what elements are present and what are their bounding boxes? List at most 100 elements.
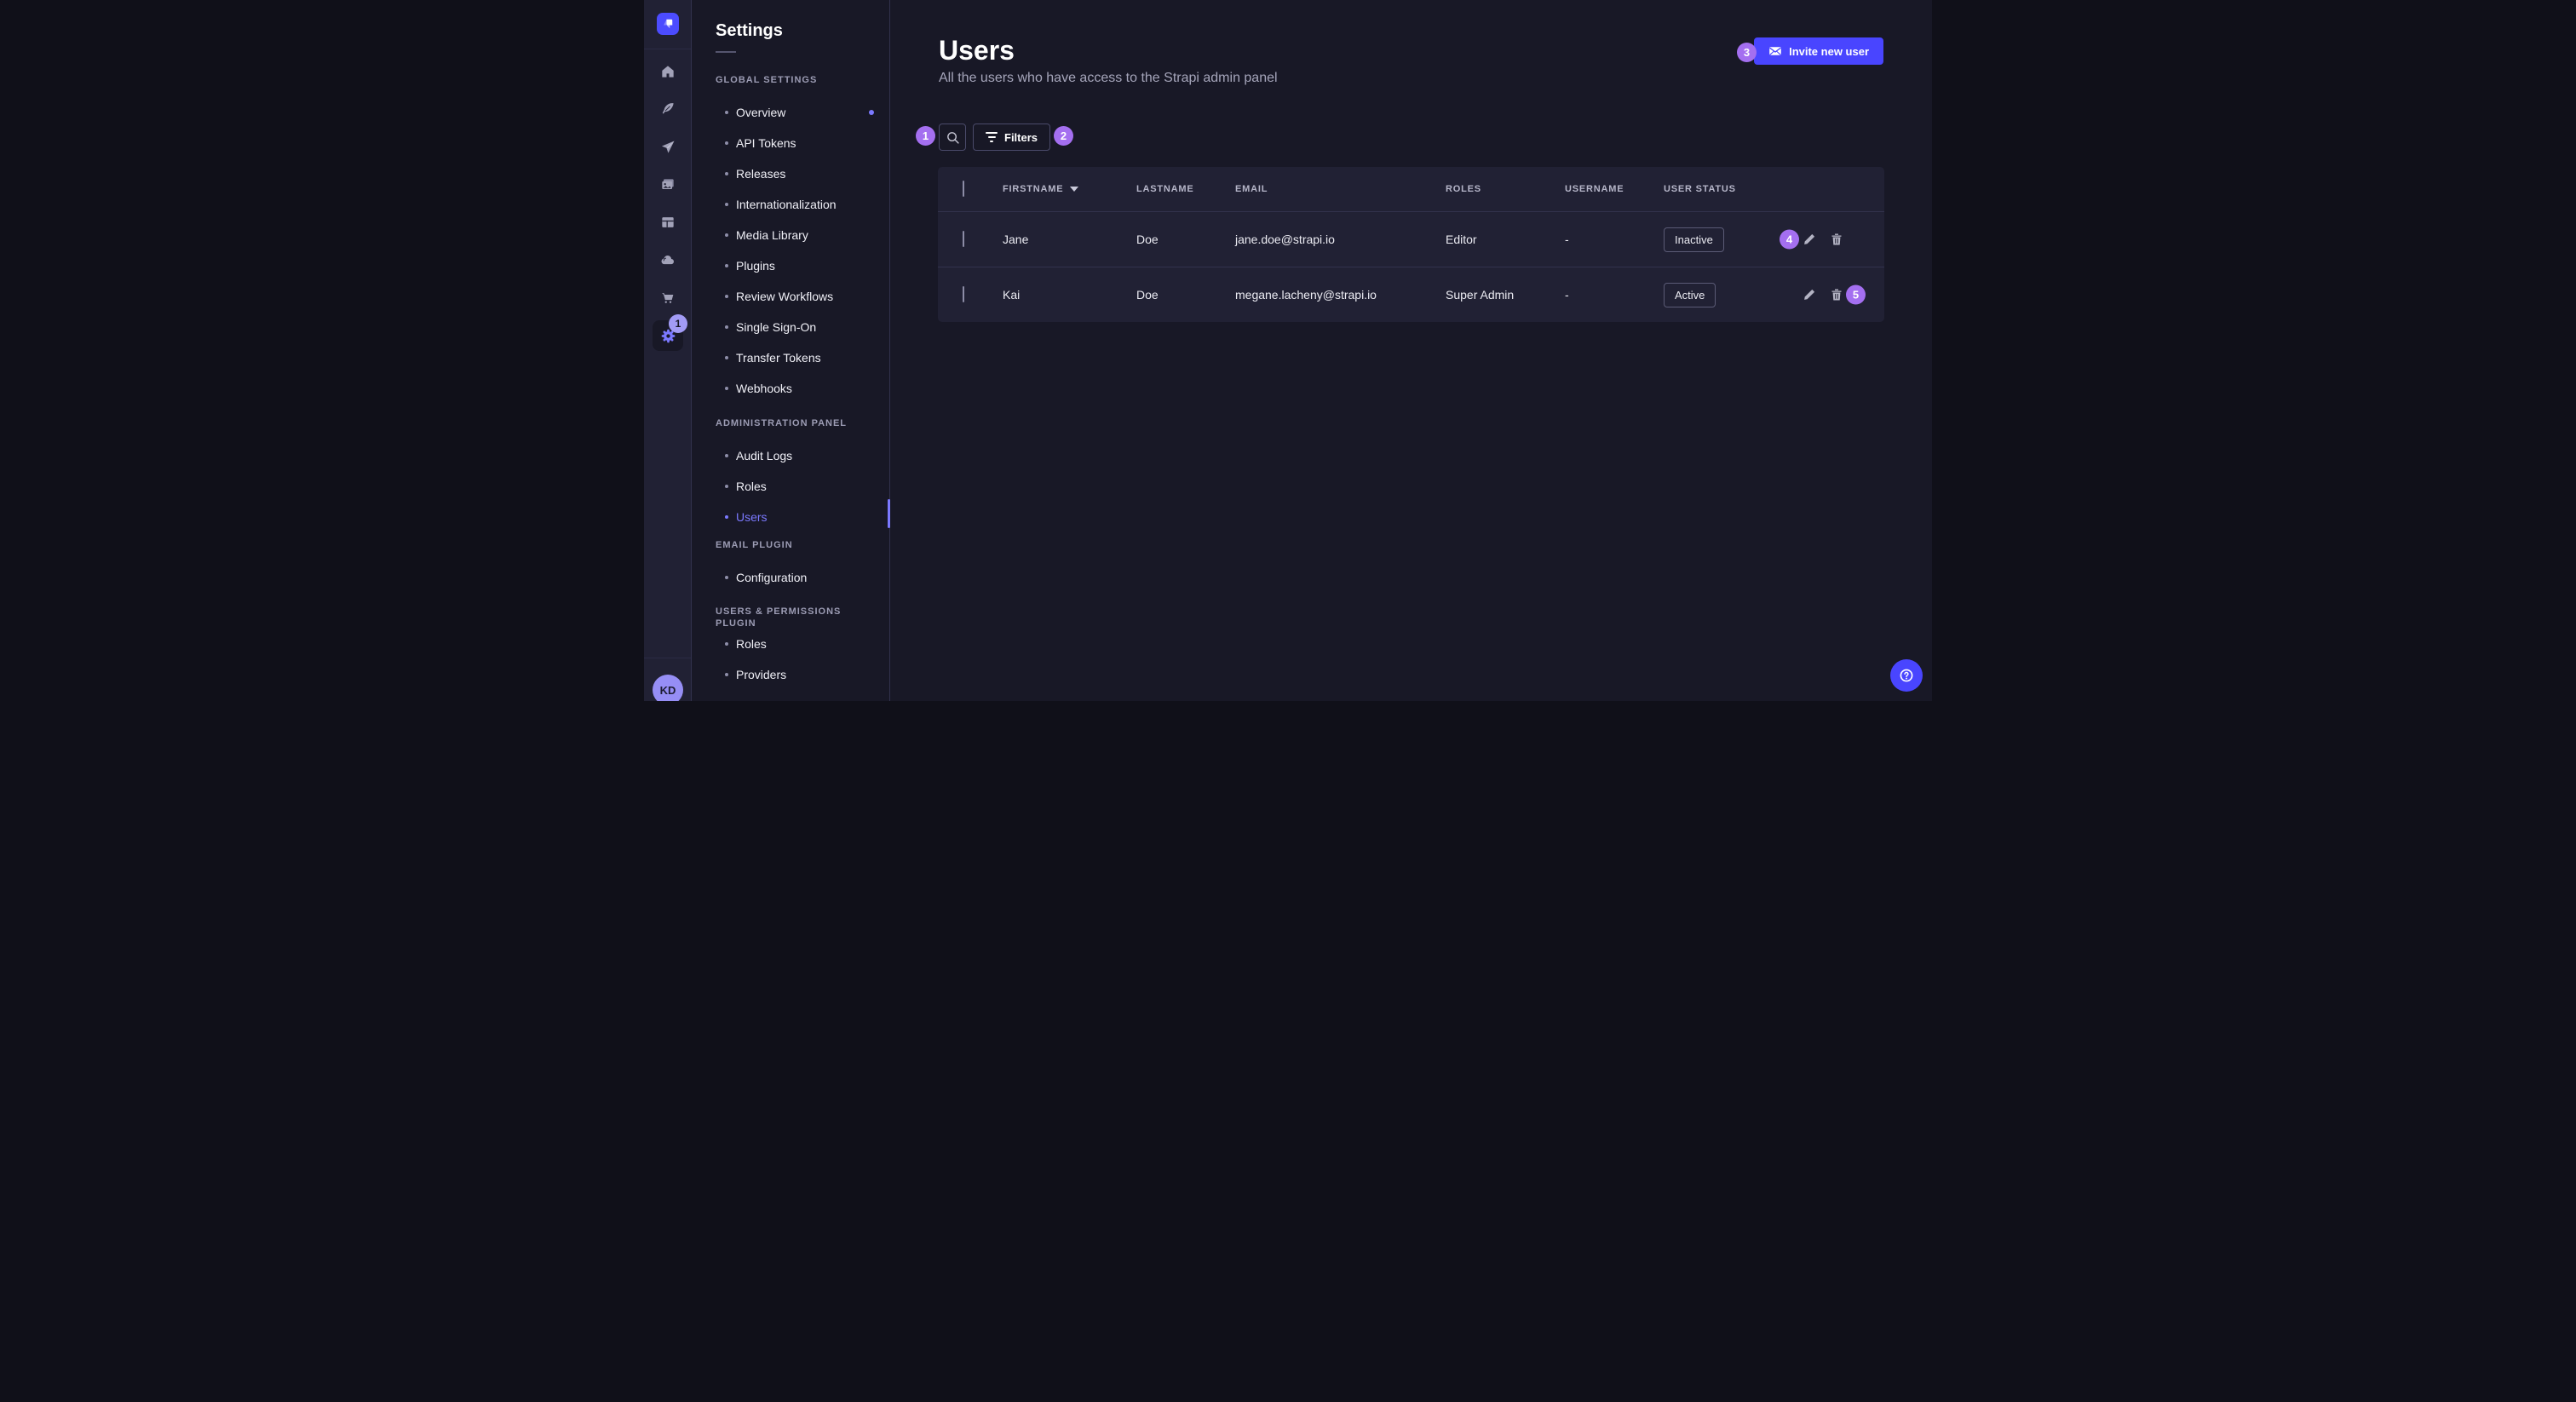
bullet-icon bbox=[725, 203, 728, 206]
column-lastname: LASTNAME bbox=[1136, 184, 1235, 194]
cell-firstname: Kai bbox=[1003, 288, 1136, 302]
sidebar-item-single-sign-on[interactable]: Single Sign-On bbox=[716, 312, 874, 342]
edit-icon[interactable] bbox=[1802, 232, 1817, 247]
administration-panel-list: Audit Logs Roles Users bbox=[716, 440, 874, 532]
email-plugin-list: Configuration bbox=[716, 562, 874, 593]
strapi-logo-glyph bbox=[660, 16, 676, 32]
cell-email: megane.lacheny@strapi.io bbox=[1235, 288, 1446, 302]
subnav-title: Settings bbox=[716, 20, 874, 41]
users-permissions-list: Roles Providers bbox=[716, 629, 874, 690]
envelope-icon bbox=[1768, 44, 1782, 58]
section-global-settings: GLOBAL SETTINGS bbox=[716, 74, 874, 86]
sidebar-item-releases[interactable]: Releases bbox=[716, 158, 874, 189]
annotation-badge-5: 5 bbox=[1846, 285, 1866, 305]
settings-subnav: Settings GLOBAL SETTINGS Overview API To… bbox=[692, 0, 890, 701]
sidebar-item-plugins[interactable]: Plugins bbox=[716, 250, 874, 281]
delete-icon[interactable] bbox=[1829, 287, 1844, 302]
page-subtitle: All the users who have access to the Str… bbox=[939, 71, 1278, 86]
edit-icon[interactable] bbox=[1802, 287, 1817, 302]
bullet-icon bbox=[725, 295, 728, 298]
sidebar-item-audit-logs[interactable]: Audit Logs bbox=[716, 440, 874, 471]
annotation-badge-1: 1 bbox=[916, 126, 935, 146]
search-button[interactable] bbox=[939, 124, 966, 151]
sidebar-item-users[interactable]: Users bbox=[716, 502, 874, 532]
sidebar-item-review-workflows[interactable]: Review Workflows bbox=[716, 281, 874, 312]
cell-email: jane.doe@strapi.io bbox=[1235, 233, 1446, 246]
icon-rail: 1 KD bbox=[644, 0, 692, 701]
column-user-status: USER STATUS bbox=[1664, 184, 1774, 194]
user-avatar[interactable]: KD bbox=[653, 675, 683, 701]
bullet-icon bbox=[725, 233, 728, 237]
annotation-badge-3: 3 bbox=[1737, 43, 1757, 62]
cell-username: - bbox=[1565, 288, 1664, 302]
global-settings-list: Overview API Tokens Releases Internation… bbox=[716, 97, 874, 404]
select-all-checkbox[interactable] bbox=[963, 181, 964, 197]
bullet-icon bbox=[725, 454, 728, 457]
cart-icon[interactable] bbox=[653, 283, 683, 313]
cell-lastname: Doe bbox=[1136, 233, 1235, 246]
section-email-plugin: EMAIL PLUGIN bbox=[716, 539, 874, 551]
column-username: USERNAME bbox=[1565, 184, 1664, 194]
users-table: FIRSTNAME LASTNAME EMAIL ROLES USERNAME … bbox=[938, 167, 1884, 322]
cell-roles: Editor bbox=[1446, 233, 1565, 246]
settings-notification-badge: 1 bbox=[669, 314, 687, 333]
media-library-icon[interactable] bbox=[653, 170, 683, 200]
bullet-icon bbox=[725, 673, 728, 676]
section-users-permissions-plugin: USERS & PERMISSIONS PLUGIN bbox=[716, 606, 874, 618]
annotation-badge-4: 4 bbox=[1780, 230, 1799, 250]
active-item-indicator bbox=[888, 499, 890, 528]
sidebar-item-media-library[interactable]: Media Library bbox=[716, 220, 874, 250]
table-row: Kai Doe megane.lacheny@strapi.io Super A… bbox=[938, 267, 1884, 322]
column-firstname: FIRSTNAME bbox=[1003, 184, 1136, 194]
annotation-badge-2: 2 bbox=[1054, 126, 1073, 146]
sidebar-item-webhooks[interactable]: Webhooks bbox=[716, 373, 874, 404]
cell-lastname: Doe bbox=[1136, 288, 1235, 302]
table-header-row: FIRSTNAME LASTNAME EMAIL ROLES USERNAME … bbox=[938, 167, 1884, 211]
main-content: Users All the users who have access to t… bbox=[891, 0, 1932, 701]
column-roles: ROLES bbox=[1446, 184, 1565, 194]
status-badge: Inactive bbox=[1664, 227, 1724, 252]
cell-firstname: Jane bbox=[1003, 233, 1136, 246]
bullet-icon bbox=[725, 387, 728, 390]
filter-icon bbox=[986, 132, 998, 142]
bullet-icon bbox=[725, 485, 728, 488]
bullet-icon bbox=[725, 576, 728, 579]
bullet-icon bbox=[725, 264, 728, 267]
page-title: Users bbox=[939, 34, 1015, 66]
table-row: Jane Doe jane.doe@strapi.io Editor - Ina… bbox=[938, 211, 1884, 267]
cloud-icon[interactable] bbox=[653, 245, 683, 276]
bullet-icon bbox=[725, 141, 728, 145]
row-checkbox[interactable] bbox=[963, 286, 964, 302]
row-checkbox[interactable] bbox=[963, 231, 964, 247]
sidebar-item-admin-roles[interactable]: Roles bbox=[716, 471, 874, 502]
bullet-icon bbox=[725, 325, 728, 329]
strapi-admin-app: 1 KD Settings GLOBAL SETTINGS Overview A… bbox=[644, 0, 1932, 701]
sidebar-item-internationalization[interactable]: Internationalization bbox=[716, 189, 874, 220]
cell-roles: Super Admin bbox=[1446, 288, 1565, 302]
search-icon bbox=[946, 130, 960, 145]
invite-new-user-button[interactable]: Invite new user bbox=[1754, 37, 1883, 65]
sidebar-item-up-roles[interactable]: Roles bbox=[716, 629, 874, 659]
sidebar-item-transfer-tokens[interactable]: Transfer Tokens bbox=[716, 342, 874, 373]
sidebar-item-api-tokens[interactable]: API Tokens bbox=[716, 128, 874, 158]
cell-username: - bbox=[1565, 233, 1664, 246]
help-button[interactable] bbox=[1890, 659, 1923, 692]
column-email: EMAIL bbox=[1235, 184, 1446, 194]
bullet-icon bbox=[725, 172, 728, 175]
section-administration-panel: ADMINISTRATION PANEL bbox=[716, 417, 874, 429]
bullet-icon bbox=[725, 111, 728, 114]
strapi-logo[interactable] bbox=[657, 13, 679, 35]
home-icon[interactable] bbox=[653, 56, 683, 87]
feather-icon[interactable] bbox=[653, 94, 683, 124]
sidebar-item-configuration[interactable]: Configuration bbox=[716, 562, 874, 593]
sidebar-item-providers[interactable]: Providers bbox=[716, 659, 874, 690]
status-badge: Active bbox=[1664, 283, 1716, 307]
layout-icon[interactable] bbox=[653, 207, 683, 238]
sort-desc-icon[interactable] bbox=[1070, 187, 1078, 192]
delete-icon[interactable] bbox=[1829, 232, 1844, 247]
sidebar-item-overview[interactable]: Overview bbox=[716, 97, 874, 128]
filters-button[interactable]: Filters bbox=[973, 124, 1050, 151]
paper-plane-icon[interactable] bbox=[653, 132, 683, 163]
question-icon bbox=[1897, 666, 1916, 685]
overview-notification-dot bbox=[869, 110, 874, 115]
